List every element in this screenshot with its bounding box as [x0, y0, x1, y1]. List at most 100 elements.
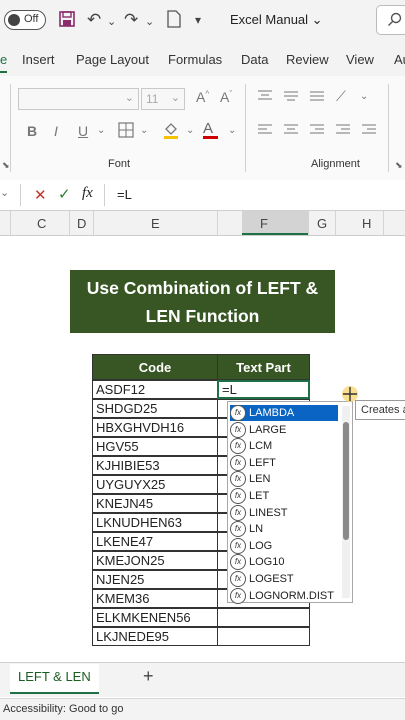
chevron-down-icon[interactable]: ⌄ — [360, 91, 368, 102]
tab-automate[interactable]: Au — [394, 52, 405, 67]
autocomplete-item-label: LAMBDA — [249, 407, 295, 419]
column-header-c[interactable]: C — [37, 216, 46, 231]
table-cell-code[interactable]: NJEN25 — [92, 570, 218, 589]
search-icon — [388, 12, 402, 26]
document-title[interactable]: Excel Manual ⌄ — [230, 12, 323, 28]
autocomplete-item[interactable]: fx LOG10 — [230, 554, 338, 571]
tab-page-layout[interactable]: Page Layout — [76, 52, 149, 67]
font-size-dropdown[interactable]: 11 ⌄ — [141, 88, 185, 110]
column-separator — [93, 211, 94, 235]
chevron-down-icon[interactable]: ⌄ — [140, 125, 148, 136]
align-left-icon[interactable] — [257, 123, 273, 142]
tab-insert[interactable]: Insert — [22, 52, 55, 67]
banner-line-2: LEN Function — [145, 306, 260, 326]
table-cell-code[interactable]: ASDF12 — [92, 380, 218, 399]
font-name-dropdown[interactable]: ⌄ — [18, 88, 139, 110]
align-center-icon[interactable] — [283, 123, 299, 142]
function-icon: fx — [230, 504, 246, 521]
autocomplete-item[interactable]: fx LOG — [230, 537, 338, 554]
table-cell-code[interactable]: LKJNEDE95 — [92, 627, 218, 646]
scrollbar-thumb[interactable] — [343, 422, 349, 540]
autocomplete-item[interactable]: fx LAMBDA — [230, 405, 338, 422]
add-sheet-button[interactable]: + — [143, 666, 154, 687]
autocomplete-item-label: LOG — [249, 539, 273, 552]
redo-icon[interactable]: ↷ — [124, 10, 138, 30]
autocomplete-item[interactable]: fx LCM — [230, 438, 338, 455]
increase-indent-icon[interactable] — [361, 123, 377, 142]
align-middle-icon[interactable] — [283, 89, 299, 108]
chevron-down-icon[interactable]: ⌄ — [107, 12, 116, 32]
font-color-icon[interactable]: A — [203, 120, 218, 139]
table-cell-text-part[interactable] — [217, 627, 310, 646]
save-icon[interactable] — [58, 10, 76, 33]
tab-formulas[interactable]: Formulas — [168, 52, 222, 67]
autocomplete-item[interactable]: fx LEFT — [230, 454, 338, 471]
underline-button[interactable]: U — [78, 123, 88, 139]
borders-icon[interactable] — [118, 122, 134, 143]
column-headers — [0, 211, 405, 236]
table-cell-code[interactable]: HGV55 — [92, 437, 218, 456]
autosave-toggle[interactable]: Off — [4, 10, 46, 30]
tab-data[interactable]: Data — [241, 52, 268, 67]
dialog-launcher-icon[interactable]: ⬊ — [2, 160, 10, 171]
decrease-font-icon[interactable]: Aˇ — [220, 89, 232, 105]
new-file-icon[interactable] — [167, 10, 181, 33]
title-banner[interactable]: Use Combination of LEFT & LEN Function — [70, 270, 335, 333]
sheet-tab-left-len[interactable]: LEFT & LEN — [10, 664, 99, 694]
autocomplete-item[interactable]: fx LET — [230, 488, 338, 505]
formula-input[interactable]: =L — [117, 187, 132, 202]
tab-view[interactable]: View — [346, 52, 374, 67]
cancel-icon[interactable]: ✕ — [34, 186, 47, 204]
column-header-h[interactable]: H — [362, 216, 371, 231]
italic-button[interactable]: I — [54, 123, 58, 139]
column-header-g[interactable]: G — [317, 216, 327, 231]
table-cell-code[interactable]: ELKMKENEN56 — [92, 608, 218, 627]
table-cell-code[interactable]: UYGUYX25 — [92, 475, 218, 494]
table-cell-code[interactable]: KNEJN45 — [92, 494, 218, 513]
chevron-down-icon[interactable]: ⌄ — [186, 125, 194, 136]
chevron-down-icon[interactable]: ⌄ — [97, 125, 105, 136]
confirm-icon[interactable]: ✓ — [58, 185, 71, 203]
autocomplete-item-label: LOGNORM.DIST — [249, 589, 334, 602]
column-header-e[interactable]: E — [151, 216, 160, 231]
increase-font-icon[interactable]: A^ — [196, 89, 209, 105]
table-cell-text-part[interactable]: =L — [217, 380, 310, 399]
table-cell-code[interactable]: LKNUDHEN63 — [92, 513, 218, 532]
column-header-f[interactable]: F — [260, 216, 268, 231]
header-code[interactable]: Code — [92, 354, 218, 380]
autocomplete-scrollbar[interactable] — [342, 406, 350, 598]
decrease-indent-icon[interactable] — [335, 123, 351, 142]
customize-icon[interactable]: ▾ — [195, 10, 201, 30]
autocomplete-item[interactable]: fx LOGNORM.DIST — [230, 587, 338, 604]
orientation-icon[interactable]: ⟋ — [336, 88, 346, 105]
table-cell-code[interactable]: SHDGD25 — [92, 399, 218, 418]
align-top-icon[interactable] — [257, 89, 273, 108]
tab-review[interactable]: Review — [286, 52, 329, 67]
dialog-launcher-icon[interactable]: ⬊ — [395, 160, 403, 171]
autocomplete-item[interactable]: fx LEN — [230, 471, 338, 488]
table-cell-code[interactable]: LKENE47 — [92, 532, 218, 551]
undo-icon[interactable]: ↶ — [87, 10, 101, 30]
table-cell-text-part[interactable] — [217, 608, 310, 627]
header-text-part[interactable]: Text Part — [217, 354, 310, 380]
align-bottom-icon[interactable] — [309, 89, 325, 108]
insert-function-button[interactable]: fx — [82, 185, 93, 202]
table-cell-code[interactable]: KMEJON25 — [92, 551, 218, 570]
tab-home[interactable]: e — [0, 52, 8, 73]
search-box[interactable] — [376, 5, 405, 35]
bold-button[interactable]: B — [27, 123, 37, 139]
autocomplete-item[interactable]: fx LOGEST — [230, 571, 338, 588]
table-cell-code[interactable]: HBXGHVDH16 — [92, 418, 218, 437]
name-box-chevron-icon[interactable]: ⌄ — [0, 186, 9, 199]
align-right-icon[interactable] — [309, 123, 325, 142]
table-cell-code[interactable]: KJHIBIE53 — [92, 456, 218, 475]
column-header-d[interactable]: D — [77, 216, 86, 231]
autocomplete-item[interactable]: fx LINEST — [230, 504, 338, 521]
autocomplete-item[interactable]: fx LN — [230, 521, 338, 538]
chevron-down-icon: ⌄ — [311, 12, 323, 27]
fill-color-icon[interactable] — [162, 121, 180, 144]
chevron-down-icon[interactable]: ⌄ — [145, 12, 154, 32]
chevron-down-icon[interactable]: ⌄ — [228, 125, 236, 136]
autocomplete-item[interactable]: fx LARGE — [230, 421, 338, 438]
table-cell-code[interactable]: KMEM36 — [92, 589, 218, 608]
